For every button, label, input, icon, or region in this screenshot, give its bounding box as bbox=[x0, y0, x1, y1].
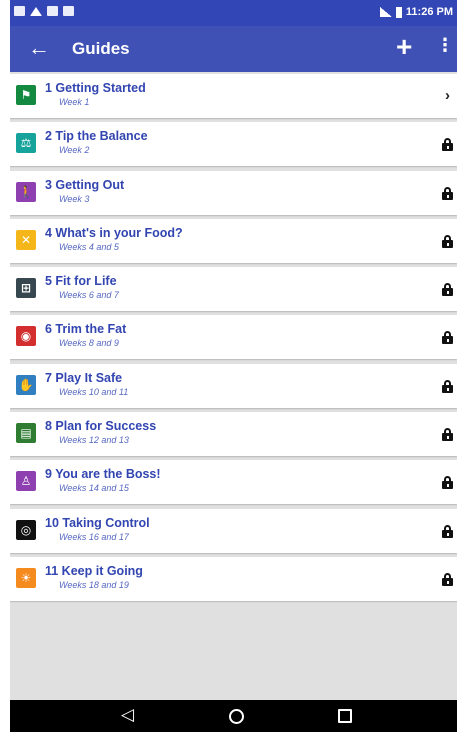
guide-weeks: Weeks 8 and 9 bbox=[59, 338, 119, 349]
sun-icon: ☀ bbox=[16, 567, 36, 588]
gallery-icon bbox=[14, 6, 25, 16]
guide-title: 7 Play It Safe bbox=[45, 370, 123, 385]
guide-row[interactable]: ☀ 11 Keep it Going Weeks 18 and 19 bbox=[10, 556, 457, 601]
battery-icon bbox=[395, 6, 402, 18]
guide-weeks: Week 1 bbox=[59, 97, 90, 107]
scale-icon: ⚖ bbox=[16, 133, 36, 154]
guide-row[interactable]: ♙ 9 You are the Boss! Weeks 14 and 15 bbox=[10, 460, 457, 505]
guide-list: ⚑ 1 Getting Started Week 1 › ⚖ 2 Tip the Bala… bbox=[10, 74, 457, 605]
guide-weeks: Week 2 bbox=[59, 145, 90, 156]
steak-icon: ◉ bbox=[16, 326, 36, 347]
system-icons: 11:26 PM bbox=[379, 6, 453, 18]
lock-icon bbox=[442, 331, 453, 345]
boss-person-icon: ♙ bbox=[16, 471, 36, 492]
fork-knife-icon: ✕ bbox=[16, 229, 36, 250]
guide-row[interactable]: ⚑ 1 Getting Started Week 1 › bbox=[10, 74, 457, 118]
guide-weeks: Weeks 10 and 11 bbox=[59, 386, 129, 397]
guide-row[interactable]: ⊞ 5 Fit for Life Weeks 6 and 7 bbox=[10, 267, 457, 312]
notification-icons bbox=[14, 6, 74, 16]
guide-title: 4 What's in your Food? bbox=[45, 225, 183, 240]
wifi-icon bbox=[63, 6, 74, 16]
steering-wheel-icon: ◎ bbox=[16, 519, 36, 540]
alert-icon bbox=[30, 6, 42, 16]
guide-row[interactable]: ✕ 4 What's in your Food? Weeks 4 and 5 bbox=[10, 218, 457, 263]
guide-weeks: Weeks 6 and 7 bbox=[59, 290, 119, 301]
guide-weeks: Weeks 18 and 19 bbox=[59, 579, 129, 590]
guide-weeks: Weeks 4 and 5 bbox=[59, 241, 119, 252]
status-bar: 11:26 PM bbox=[10, 0, 457, 26]
guide-weeks: Weeks 14 and 15 bbox=[59, 483, 129, 494]
guide-weeks: Week 3 bbox=[59, 193, 90, 204]
back-arrow-icon[interactable]: ← bbox=[28, 36, 50, 60]
signal-icon bbox=[379, 7, 392, 17]
lock-icon bbox=[442, 524, 453, 538]
guide-title: 11 Keep it Going bbox=[45, 563, 143, 578]
status-time: 11:26 PM bbox=[405, 6, 453, 18]
lock-icon bbox=[442, 138, 453, 152]
guide-title: 10 Taking Control bbox=[45, 515, 150, 530]
guide-row[interactable]: ◎ 10 Taking Control Weeks 16 and 17 bbox=[10, 508, 457, 553]
nav-recents-icon[interactable] bbox=[338, 709, 352, 723]
guide-title: 6 Trim the Fat bbox=[45, 322, 127, 337]
nav-home-icon[interactable] bbox=[229, 709, 244, 724]
guide-title: 9 You are the Boss! bbox=[45, 467, 161, 482]
lock-icon bbox=[442, 283, 453, 297]
guide-weeks: Weeks 16 and 17 bbox=[59, 531, 129, 542]
lock-icon bbox=[442, 476, 453, 490]
chevron-right-icon: › bbox=[445, 87, 450, 104]
app-bar: ← Guides + ⋮ bbox=[10, 26, 457, 72]
walking-person-icon: 🚶 bbox=[16, 181, 36, 202]
lock-icon bbox=[442, 572, 453, 586]
add-icon[interactable]: + bbox=[396, 32, 412, 62]
more-options-icon[interactable]: ⋮ bbox=[436, 35, 454, 56]
safety-person-icon: ✋ bbox=[16, 374, 36, 395]
page-title: Guides bbox=[72, 39, 130, 58]
app-frame: 11:26 PM ← Guides + ⋮ ⚑ 1 Getting Started… bbox=[10, 0, 457, 732]
nav-back-icon[interactable]: ◁ bbox=[121, 705, 134, 725]
guide-row[interactable]: ⚖ 2 Tip the Balance Week 2 bbox=[10, 122, 457, 167]
navigation-bar: ◁ bbox=[10, 700, 457, 732]
guide-title: 3 Getting Out bbox=[45, 177, 125, 192]
lock-icon bbox=[442, 379, 453, 393]
lock-icon bbox=[442, 428, 453, 442]
clipboard-icon: ▤ bbox=[16, 423, 36, 444]
guide-row[interactable]: 🚶 3 Getting Out Week 3 bbox=[10, 170, 457, 215]
guide-title: 8 Plan for Success bbox=[45, 419, 157, 434]
guide-row[interactable]: ✋ 7 Play It Safe Weeks 10 and 11 bbox=[10, 363, 457, 408]
lock-icon bbox=[442, 234, 453, 248]
dumbbell-icon: ⊞ bbox=[16, 278, 36, 299]
flag-icon: ⚑ bbox=[16, 85, 36, 105]
guide-title: 5 Fit for Life bbox=[45, 274, 117, 289]
guide-row[interactable]: ◉ 6 Trim the Fat Weeks 8 and 9 bbox=[10, 315, 457, 360]
guide-title: 2 Tip the Balance bbox=[45, 129, 148, 144]
guide-row[interactable]: ▤ 8 Plan for Success Weeks 12 and 13 bbox=[10, 412, 457, 457]
image-icon bbox=[47, 6, 58, 16]
guide-title: 1 Getting Started bbox=[45, 81, 146, 95]
lock-icon bbox=[442, 186, 453, 200]
guide-weeks: Weeks 12 and 13 bbox=[59, 435, 129, 446]
